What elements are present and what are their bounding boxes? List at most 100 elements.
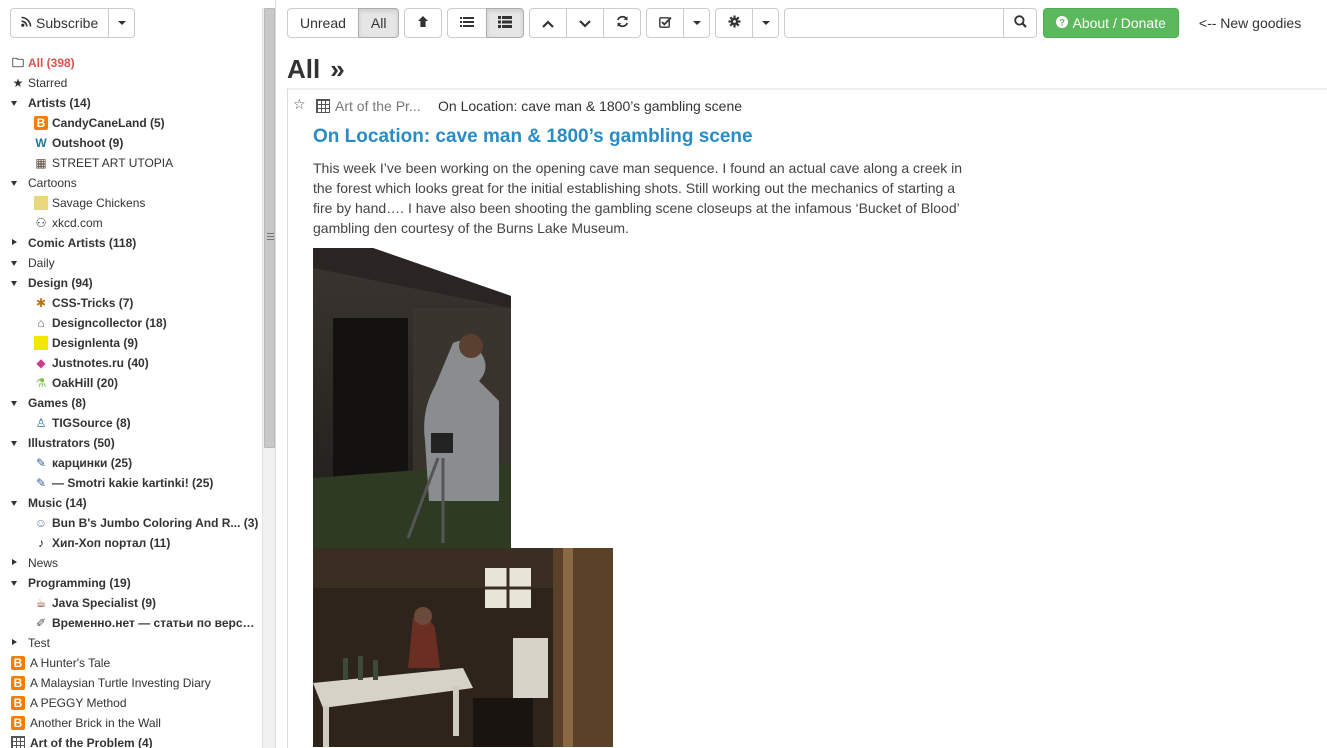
feed-item-tigsource[interactable]: ♙ TIGSource (8): [0, 413, 262, 433]
main-panel: Unread All ? About / Donate <-- New good…: [277, 0, 1327, 748]
feed-item-a-malaysian-turtle-investing-diary[interactable]: B A Malaysian Turtle Investing Diary: [0, 673, 262, 693]
entry-feed-name[interactable]: Art of the Pr...: [335, 98, 421, 114]
flask-icon: ⚗: [35, 376, 47, 390]
list-view-button[interactable]: [447, 8, 488, 38]
caret-down-icon[interactable]: [11, 501, 17, 506]
rss-icon: [21, 16, 32, 30]
feed-item-oakhill[interactable]: ⚗ OakHill (20): [0, 373, 262, 393]
entry-title-link[interactable]: On Location: cave man & 1800’s gambling …: [313, 126, 753, 148]
feed-item-bun-b-s-jumbo-coloring-and-r[interactable]: ☺ Bun B's Jumbo Coloring And R... (3): [0, 513, 262, 533]
sidebar-item-label: Outshoot (9): [52, 136, 124, 150]
next-button[interactable]: [566, 8, 605, 38]
caret-down-icon[interactable]: [11, 281, 17, 286]
entry-header[interactable]: ☆ Art of the Pr... On Location: cave man…: [288, 90, 1327, 120]
asterisk-icon: ✱: [35, 296, 47, 310]
feed-item-a-peggy-method[interactable]: B A PEGGY Method: [0, 693, 262, 713]
category-programming[interactable]: Programming (19): [0, 573, 262, 593]
feed-item-хип-хоп-портал[interactable]: ♪ Хип-Хоп портал (11): [0, 533, 262, 553]
pencil-icon: ✎: [35, 476, 47, 490]
caret-right-icon[interactable]: [12, 559, 17, 565]
search-input[interactable]: [784, 8, 1005, 38]
caret-down-icon[interactable]: [11, 101, 17, 106]
category-illustrators[interactable]: Illustrators (50): [0, 433, 262, 453]
blogger-icon: B: [11, 656, 25, 670]
feed-item-street-art-utopia[interactable]: ▦ STREET ART UTOPIA: [0, 153, 262, 173]
feed-item-savage-chickens[interactable]: ▭ Savage Chickens: [0, 193, 262, 213]
page-title: All »: [287, 54, 345, 84]
expanded-view-button[interactable]: [486, 8, 525, 38]
sidebar-item-label: CSS-Tricks (7): [52, 296, 134, 310]
settings-button[interactable]: [715, 8, 754, 38]
search-button[interactable]: [1003, 8, 1038, 38]
sidebar-item-label: карцинки (25): [52, 456, 133, 470]
feed-item-designlenta[interactable]: ■ Designlenta (9): [0, 333, 262, 353]
about-donate-label: About / Donate: [1072, 15, 1166, 31]
refresh-button[interactable]: [603, 8, 642, 38]
caret-right-icon[interactable]: [12, 639, 17, 645]
feed-item-временно-нет-статьи-по-верстке[interactable]: ✐ Временно.нет — статьи по верстке...: [0, 613, 262, 633]
caret-down-icon[interactable]: [11, 401, 17, 406]
mark-read-button[interactable]: [646, 8, 685, 38]
star-icon[interactable]: ☆: [293, 97, 306, 111]
sidebar-item-label: Art of the Problem (4): [30, 736, 153, 748]
sidebar-item-label: Daily: [28, 256, 55, 270]
entry: ☆ Art of the Pr... On Location: cave man…: [287, 88, 1327, 748]
mark-read-dropdown-button[interactable]: [683, 8, 711, 38]
category-daily[interactable]: Daily: [0, 253, 262, 273]
feed-item-justnotes-ru[interactable]: ◆ Justnotes.ru (40): [0, 353, 262, 373]
all-button[interactable]: All: [357, 8, 400, 38]
new-goodies-text: <-- New goodies: [1198, 15, 1302, 31]
subscribe-dropdown-button[interactable]: [108, 8, 136, 38]
category-comic-artists[interactable]: Comic Artists (118): [0, 233, 262, 253]
category-cartoons[interactable]: Cartoons: [0, 173, 262, 193]
feed-item-art-of-the-problem[interactable]: Art of the Problem (4): [0, 733, 262, 748]
sidebar-item-label: Java Specialist (9): [52, 596, 157, 610]
feed-item-a-hunter-s-tale[interactable]: B A Hunter's Tale: [0, 653, 262, 673]
subscribe-group: Subscribe: [10, 8, 136, 38]
caret-down-icon[interactable]: [11, 181, 17, 186]
category-music[interactable]: Music (14): [0, 493, 262, 513]
feed-item-xkcd-com[interactable]: ⚇ xkcd.com: [0, 213, 262, 233]
feed-item-java-specialist[interactable]: ☕ Java Specialist (9): [0, 593, 262, 613]
search-icon: [1014, 15, 1027, 31]
list-icon: [460, 15, 475, 31]
wordpress-icon: W: [35, 136, 47, 150]
caret-down-icon[interactable]: [11, 261, 17, 266]
sidebar: Subscribe 🗀 All (398) ★ Starred Artists (14)…: [0, 0, 276, 748]
sidebar-item-label: OakHill (20): [52, 376, 119, 390]
category-games[interactable]: Games (8): [0, 393, 262, 413]
entry-header-title[interactable]: On Location: cave man & 1800’s gambling …: [438, 98, 742, 114]
unread-button[interactable]: Unread: [287, 8, 359, 38]
feed-item-candycaneland[interactable]: B CandyCaneLand (5): [0, 113, 262, 133]
sidebar-item-all[interactable]: 🗀 All (398): [0, 53, 262, 73]
blogger-icon: B: [11, 676, 25, 690]
sort-up-button[interactable]: [404, 8, 443, 38]
feed-item-карцинки[interactable]: ✎ карцинки (25): [0, 453, 262, 473]
sidebar-scrollbar[interactable]: [262, 8, 275, 748]
blogger-icon: B: [34, 116, 48, 130]
sidebar-item-label: News: [28, 556, 59, 570]
grip-icon: [267, 233, 274, 241]
caret-right-icon[interactable]: [12, 239, 17, 245]
sidebar-item-starred[interactable]: ★ Starred: [0, 73, 262, 93]
about-donate-button[interactable]: ? About / Donate: [1043, 8, 1179, 38]
previous-button[interactable]: [529, 8, 568, 38]
chevron-up-icon: [542, 15, 555, 31]
feed-item-outshoot[interactable]: W Outshoot (9): [0, 133, 262, 153]
category-design[interactable]: Design (94): [0, 273, 262, 293]
caret-down-icon[interactable]: [11, 441, 17, 446]
caret-down-icon[interactable]: [11, 581, 17, 586]
category-news[interactable]: News: [0, 553, 262, 573]
feed-item-designcollector[interactable]: ⌂ Designcollector (18): [0, 313, 262, 333]
feed-item-smotri-kakie-kartinki[interactable]: ✎ — Smotri kakie kartinki! (25): [0, 473, 262, 493]
chevron-down-icon: [692, 21, 701, 25]
settings-dropdown-button[interactable]: [752, 8, 780, 38]
feed-item-another-brick-in-the-wall[interactable]: B Another Brick in the Wall: [0, 713, 262, 733]
category-artists[interactable]: Artists (14): [0, 93, 262, 113]
sidebar-item-label: Starred: [28, 76, 68, 90]
mark-read-group: [646, 8, 711, 38]
subscribe-button[interactable]: Subscribe: [10, 8, 110, 38]
feed-item-css-tricks[interactable]: ✱ CSS-Tricks (7): [0, 293, 262, 313]
category-test[interactable]: Test: [0, 633, 262, 653]
sidebar-scrollbar-thumb[interactable]: [264, 8, 275, 448]
